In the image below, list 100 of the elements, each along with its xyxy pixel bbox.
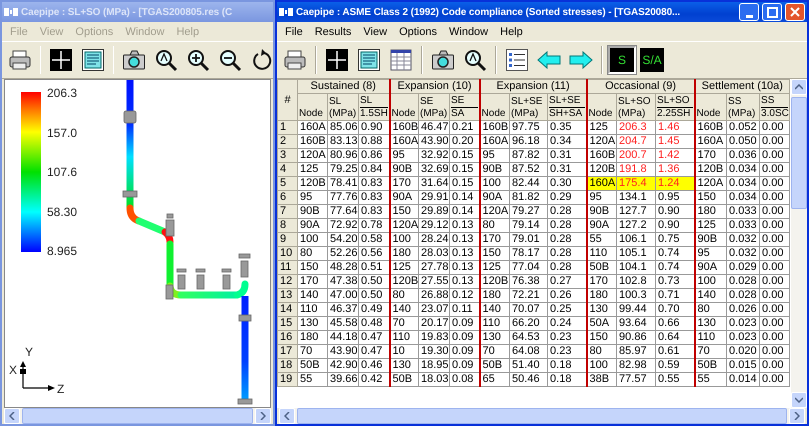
table-cell: 0.18 [548, 358, 587, 372]
table-cell: 160A [390, 134, 419, 148]
table-cell: 1.24 [656, 176, 695, 190]
table-cell: 27.55 [418, 274, 450, 288]
scroll-up-button[interactable] [791, 79, 807, 95]
table-cell: 80.96 [328, 148, 358, 162]
table-cell: 0.00 [760, 330, 790, 344]
table-cell: 0.00 [760, 372, 790, 386]
close-button[interactable] [785, 3, 805, 21]
table-cell: 95 [298, 190, 328, 204]
table-cell: 0.51 [358, 260, 390, 274]
table-cell: 81.82 [510, 190, 548, 204]
maximize-icon [766, 6, 778, 18]
table-cell: 0.74 [656, 260, 695, 274]
table-cell: 27.78 [418, 260, 450, 274]
table-cell: 160B [480, 120, 510, 134]
table-cell: 93.64 [616, 316, 656, 330]
table-cell: 0.25 [548, 302, 587, 316]
menu-item[interactable]: Results [308, 26, 358, 38]
table-cell: 79.25 [328, 162, 358, 176]
table-cell: 120B [298, 176, 328, 190]
table-cell: 0.24 [548, 316, 587, 330]
menu-item[interactable]: Options [393, 26, 443, 38]
table-cell: 0.09 [450, 344, 480, 358]
table-cell: 0.21 [450, 120, 480, 134]
stress-mode-button[interactable]: S [608, 46, 636, 74]
table-cell: 70.07 [510, 302, 548, 316]
table-cell: 100.3 [616, 288, 656, 302]
table-cell: 160B [586, 148, 617, 162]
scroll-down-button[interactable] [791, 392, 807, 408]
down-chevron-icon [795, 397, 803, 403]
menu-item[interactable]: Window [443, 26, 494, 38]
scroll-left-button[interactable] [279, 408, 295, 424]
axis-label: Y [25, 345, 34, 359]
row-number: 5 [278, 176, 298, 190]
table-cell: 110 [390, 330, 419, 344]
column-header: Node [694, 94, 727, 120]
table-cell: 130 [694, 316, 727, 330]
column-header: SS 3.0SC [760, 94, 790, 120]
table-cell: 50B [390, 372, 419, 386]
scrollbar-thumb[interactable] [297, 408, 787, 424]
table-cell: 90B [390, 162, 419, 176]
menu-item[interactable]: Help [494, 26, 529, 38]
table-cell: 180 [586, 288, 617, 302]
table-cell: 95 [694, 246, 727, 260]
table-cell: 77.04 [510, 260, 548, 274]
table-cell: 0.00 [760, 162, 790, 176]
column-header: SL (MPa) [328, 94, 358, 120]
table-cell: 0.28 [548, 260, 587, 274]
row-number: 6 [278, 190, 298, 204]
scroll-right-button[interactable] [789, 408, 805, 424]
table-cell: 50B [298, 358, 328, 372]
table-cell: 0.09 [450, 316, 480, 330]
table-cell: 0.49 [358, 302, 390, 316]
stress-mode-button[interactable]: S/A [638, 46, 666, 74]
table-cell: 54.20 [328, 232, 358, 246]
table-cell: 0.28 [548, 246, 587, 260]
table-cell: 127.2 [616, 218, 656, 232]
table-cell: 0.83 [358, 204, 390, 218]
minimize-button[interactable] [739, 3, 759, 21]
table-cell: 0.12 [450, 288, 480, 302]
table-cell: 78.17 [510, 246, 548, 260]
table-cell: 0.90 [656, 204, 695, 218]
app-icon [279, 7, 293, 17]
table-icon [389, 48, 413, 72]
table-cell: 170 [298, 274, 328, 288]
table-cell: 19.30 [418, 344, 450, 358]
right-chevron-icon [794, 412, 800, 420]
scale-label: 206.3 [47, 86, 78, 100]
group-header: Settlement (10a) [694, 80, 790, 94]
table-cell: 0.00 [760, 260, 790, 274]
table-cell: 102.8 [616, 274, 656, 288]
table-cell: 87.82 [510, 148, 548, 162]
table-cell: 0.14 [450, 190, 480, 204]
table-cell: 0.00 [760, 302, 790, 316]
maximize-button[interactable] [762, 3, 782, 21]
scrollbar-thumb[interactable] [791, 97, 807, 209]
table-cell: 90A [694, 260, 727, 274]
table-cell: 80 [694, 302, 727, 316]
table-cell: 1.45 [656, 134, 695, 148]
table-cell: 0.31 [548, 162, 587, 176]
table-cell: 55 [694, 372, 727, 386]
table-cell: 104.1 [616, 260, 656, 274]
table-cell: 0.00 [760, 120, 790, 134]
table-cell: 0.034 [726, 162, 760, 176]
row-number: 16 [278, 330, 298, 344]
table-cell: 95 [480, 148, 510, 162]
table-cell: 120A [694, 176, 727, 190]
column-header: Node [390, 94, 419, 120]
table-cell: 110 [694, 330, 727, 344]
menu-item[interactable]: File [279, 26, 309, 38]
table-cell: 26.88 [418, 288, 450, 302]
table-cell: 85.97 [616, 344, 656, 358]
row-number: 18 [278, 358, 298, 372]
table-cell: 79.14 [510, 218, 548, 232]
row-number: 15 [278, 316, 298, 330]
table-cell: 0.15 [450, 148, 480, 162]
table-cell: 18.95 [418, 358, 450, 372]
menu-item[interactable]: View [357, 26, 394, 38]
table-cell: 180 [480, 288, 510, 302]
